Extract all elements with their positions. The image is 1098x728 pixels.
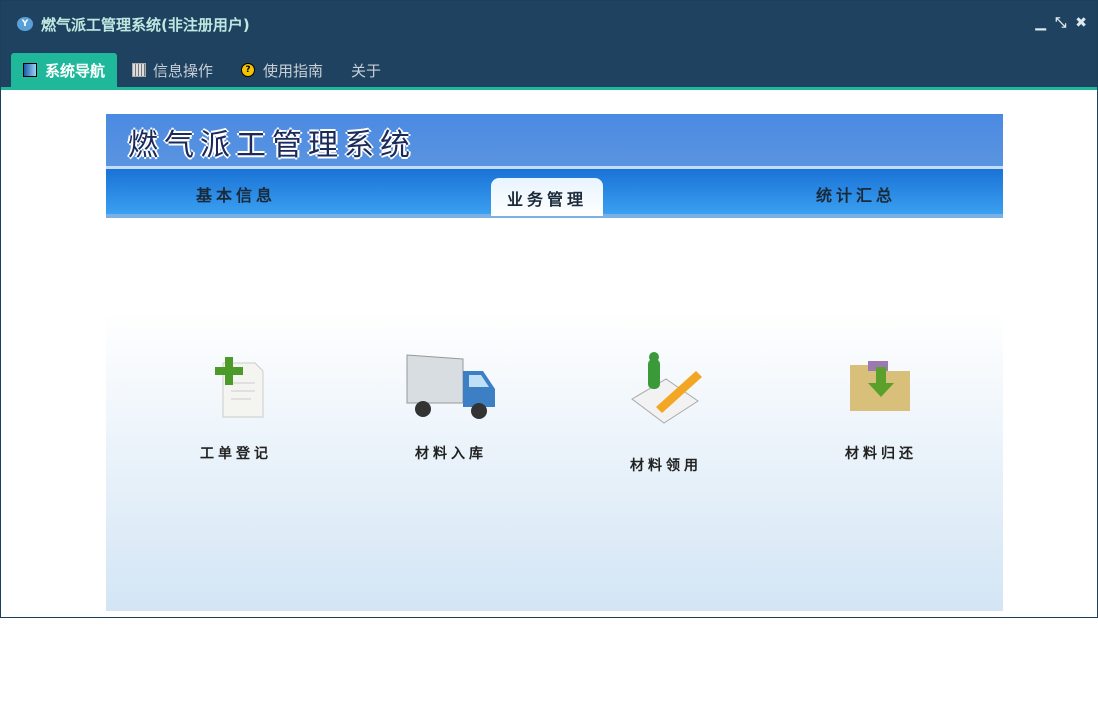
tile-label: 材料归还 — [845, 446, 917, 462]
grid-icon — [132, 63, 147, 77]
tile-label: 工单登记 — [200, 446, 272, 462]
tile-material-use[interactable]: 材料领用 — [606, 349, 726, 475]
truck-icon — [406, 354, 495, 419]
menu-bar: 系统导航 信息操作 ? 使用指南 关于 — [1, 47, 1097, 90]
module-nav: 基本信息 业务管理 统计汇总 — [106, 169, 1003, 218]
minimize-button[interactable]: ▁ — [1035, 15, 1046, 31]
window-title: 燃气派工管理系统(非注册用户) — [41, 15, 250, 34]
tile-material-return[interactable]: 材料归还 — [821, 349, 941, 463]
nav-basic-info[interactable]: 基本信息 — [196, 182, 276, 206]
tile-label: 材料领用 — [630, 458, 702, 474]
menu-tab-about[interactable]: 关于 — [339, 53, 393, 87]
folder-download-icon — [850, 361, 910, 411]
menu-label: 系统导航 — [45, 61, 106, 80]
menu-tab-info-ops[interactable]: 信息操作 — [121, 53, 225, 87]
nav-statistics[interactable]: 统计汇总 — [816, 182, 896, 206]
app-window: Y 燃气派工管理系统(非注册用户) ▁ ⤡ ✖ 系统导航 信息操作 ? 使用指南 … — [0, 0, 1098, 618]
restore-button[interactable]: ⤡ — [1055, 15, 1066, 31]
menu-tab-guide[interactable]: ? 使用指南 — [229, 53, 335, 87]
menu-label: 关于 — [351, 61, 382, 80]
tile-label: 材料入库 — [415, 446, 487, 462]
close-button[interactable]: ✖ — [1075, 15, 1087, 31]
monitor-icon — [23, 63, 37, 77]
edit-pencil-icon — [631, 352, 702, 424]
menu-label: 信息操作 — [153, 61, 214, 80]
banner-title: 燃气派工管理系统 — [128, 128, 416, 163]
add-document-icon — [215, 357, 264, 418]
banner: 燃气派工管理系统 — [106, 114, 1003, 169]
help-icon: ? — [241, 63, 256, 77]
nav-business-mgmt[interactable]: 业务管理 — [491, 178, 604, 216]
menu-tab-system-nav[interactable]: 系统导航 — [11, 53, 118, 87]
tile-material-in[interactable]: 材料入库 — [391, 349, 511, 463]
main-panel: 燃气派工管理系统 基本信息 业务管理 统计汇总 工单登记 材料入库 材料领用 材… — [106, 114, 1003, 611]
app-logo-icon: Y — [17, 17, 33, 31]
tile-work-order[interactable]: 工单登记 — [176, 349, 296, 463]
menu-label: 使用指南 — [263, 61, 324, 80]
title-bar: Y 燃气派工管理系统(非注册用户) ▁ ⤡ ✖ — [1, 1, 1097, 47]
